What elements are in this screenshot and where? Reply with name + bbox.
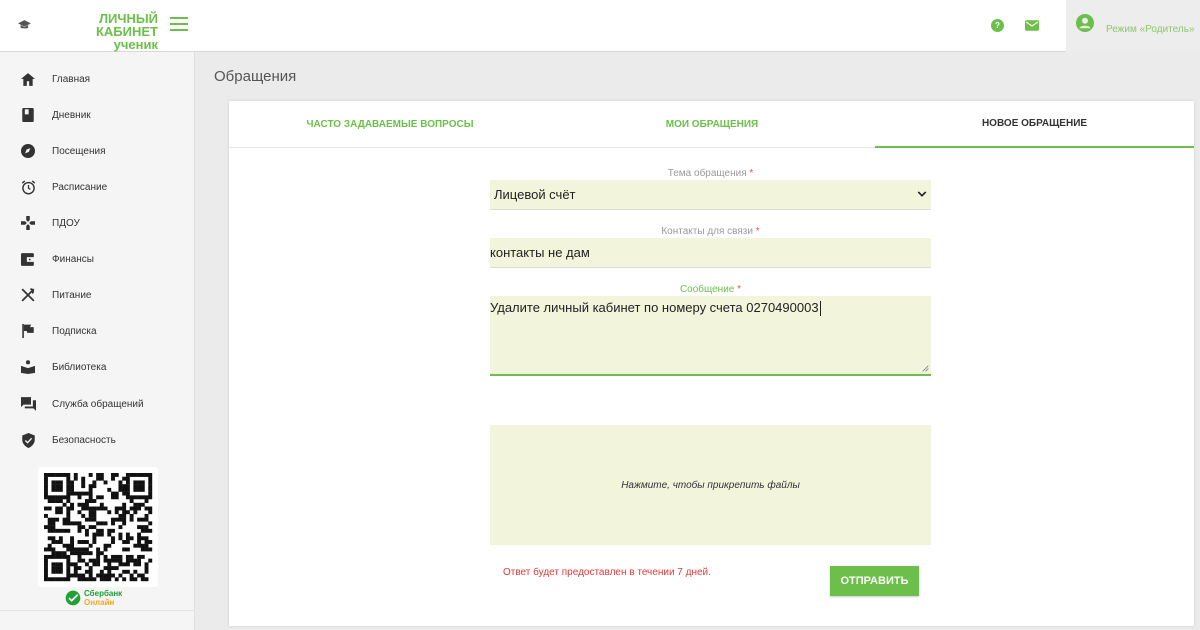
sberbank-logo-icon <box>65 590 81 606</box>
flag-icon <box>22 324 34 338</box>
text-caret <box>819 301 821 317</box>
required-mark: * <box>749 168 754 179</box>
hamburger-menu-icon[interactable] <box>170 17 188 31</box>
tab-new-appeal[interactable]: НОВОЕ ОБРАЩЕНИЕ <box>875 101 1194 148</box>
sidebar-item-label: Дневник <box>52 109 91 121</box>
tab-my-appeals[interactable]: МОИ ОБРАЩЕНИЯ <box>551 101 873 148</box>
svg-text:?: ? <box>995 21 1000 30</box>
chat-icon <box>20 397 36 411</box>
profile-mode-label: Режим «Родитель» <box>1106 24 1195 35</box>
sidebar-item-label: Расписание <box>52 181 108 193</box>
sidebar-item-home[interactable]: Главная <box>0 61 195 97</box>
help-icon[interactable]: ? <box>991 19 1004 32</box>
contacts-label: Контакты для связи * <box>490 226 931 237</box>
file-dropzone[interactable]: Нажмите, чтобы прикрепить файлы <box>490 425 931 545</box>
sidebar-item-support[interactable]: Служба обращений <box>0 386 195 422</box>
sidebar-item-food[interactable]: Питание <box>0 277 195 313</box>
reader-icon <box>21 360 35 374</box>
mail-icon[interactable] <box>1025 20 1039 31</box>
sidebar-item-label: Безопасность <box>52 434 116 446</box>
chevron-down-icon <box>917 191 927 197</box>
required-mark: * <box>755 226 760 237</box>
sidebar-item-finance[interactable]: Финансы <box>0 241 195 277</box>
sidebar-item-label: Библиотека <box>52 361 107 373</box>
top-header: ЛИЧНЫЙ КАБИНЕТ ученик ? Режим «Родитель» <box>0 0 1200 52</box>
message-textarea[interactable]: Удалите личный кабинет по номеру счета 0… <box>490 296 931 376</box>
topic-select[interactable]: Лицевой счёт <box>490 180 931 210</box>
sidebar-item-label: Финансы <box>52 253 94 265</box>
topic-label: Тема обращения * <box>490 168 931 179</box>
book-icon <box>22 108 34 122</box>
contacts-value: контакты не дам <box>490 245 590 260</box>
explore-icon <box>21 144 35 158</box>
sber-line1: Сбербанк <box>84 589 123 598</box>
required-mark: * <box>737 284 742 295</box>
submit-button[interactable]: ОТПРАВИТЬ <box>830 566 919 596</box>
utensils-icon <box>21 288 35 302</box>
home-icon <box>21 72 35 86</box>
page-title: Обращения <box>214 68 297 85</box>
sidebar-item-pdou[interactable]: ПДОУ <box>0 205 195 241</box>
logo-subtitle: ученик <box>113 37 158 52</box>
topic-selected-value: Лицевой счёт <box>494 187 576 202</box>
sidebar-item-label: ПДОУ <box>52 217 80 229</box>
sidebar-divider <box>0 610 195 611</box>
sidebar-item-label: Подписка <box>52 325 97 337</box>
tab-faq[interactable]: ЧАСТО ЗАДАВАЕМЫЕ ВОПРОСЫ <box>229 101 551 148</box>
sidebar-item-diary[interactable]: Дневник <box>0 97 195 133</box>
sidebar: Главная Дневник Посещения Расписание ПДО… <box>0 52 195 630</box>
qr-code <box>38 467 158 587</box>
sidebar-item-schedule[interactable]: Расписание <box>0 169 195 205</box>
attach-label: Нажмите, чтобы прикрепить файлы <box>621 479 800 491</box>
tabs-bar: ЧАСТО ЗАДАВАЕМЫЕ ВОПРОСЫ МОИ ОБРАЩЕНИЯ Н… <box>229 101 1194 148</box>
qr-code-icon <box>44 473 153 582</box>
wallet-icon <box>21 252 35 266</box>
graduation-cap-icon <box>18 20 31 29</box>
response-notice: Ответ будет предоставлен в течении 7 дне… <box>503 567 711 578</box>
contacts-input[interactable]: контакты не дам <box>490 238 931 268</box>
shield-check-icon <box>21 432 35 448</box>
logo[interactable]: ЛИЧНЫЙ КАБИНЕТ ученик <box>18 12 158 51</box>
sidebar-item-security[interactable]: Безопасность <box>0 422 195 458</box>
logo-title: ЛИЧНЫЙ КАБИНЕТ <box>95 11 158 39</box>
sidebar-item-library[interactable]: Библиотека <box>0 349 195 385</box>
appeals-card: ЧАСТО ЗАДАВАЕМЫЕ ВОПРОСЫ МОИ ОБРАЩЕНИЯ Н… <box>229 101 1194 626</box>
message-value: Удалите личный кабинет по номеру счета 0… <box>490 300 819 315</box>
sberbank-online-link[interactable]: Сбербанк Онлайн <box>65 589 122 607</box>
sidebar-item-subscription[interactable]: Подписка <box>0 313 195 349</box>
profile-mode[interactable]: Режим «Родитель» <box>1066 0 1200 52</box>
account-circle-icon <box>1076 14 1094 32</box>
contacts-label-text: Контакты для связи <box>661 226 753 237</box>
sber-line2: Онлайн <box>84 598 115 607</box>
alarm-clock-icon <box>21 179 35 194</box>
resize-handle-icon[interactable] <box>922 365 929 372</box>
sidebar-item-label: Главная <box>52 73 91 85</box>
sidebar-item-attendance[interactable]: Посещения <box>0 133 195 169</box>
message-label: Сообщение * <box>490 284 931 295</box>
sidebar-item-label: Посещения <box>52 145 106 157</box>
sidebar-item-label: Питание <box>52 289 92 301</box>
message-label-text: Сообщение <box>679 284 735 295</box>
gamepad-icon <box>21 216 35 230</box>
topic-label-text: Тема обращения <box>667 168 747 179</box>
sidebar-item-label: Служба обращений <box>52 398 144 410</box>
